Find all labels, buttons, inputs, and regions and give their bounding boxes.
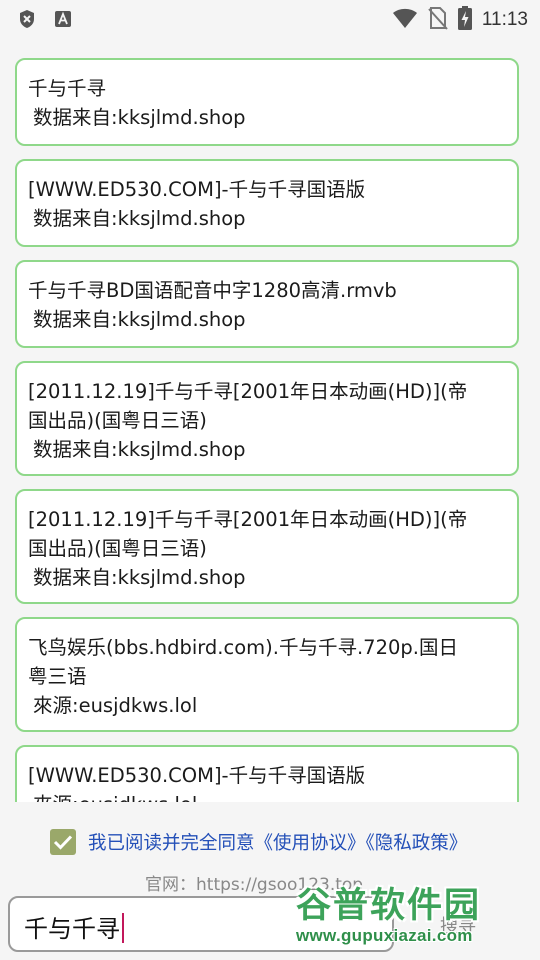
result-title: 千与千寻BD国语配音中字1280高清.rmvb (28, 279, 397, 302)
agreement-text: 我已阅读并完全同意《使用协议》《隐私政策》 (88, 829, 467, 855)
result-title-line1: 飞鸟娱乐(bbs.hdbird.com).千与千寻.720p.国日 (28, 636, 458, 659)
result-title-line1: [2011.12.19]千与千寻[2001年日本动画(HD)](帝 (28, 380, 468, 403)
wifi-icon (392, 7, 418, 33)
result-card[interactable]: 飞鸟娱乐(bbs.hdbird.com).千与千寻.720p.国日 粤三语 來源… (15, 617, 519, 732)
result-card[interactable]: [2011.12.19]千与千寻[2001年日本动画(HD)](帝 国出品)(国… (15, 489, 519, 604)
status-time: 11:13 (481, 9, 528, 30)
result-source: 数据来自:kksjlmd.shop (33, 566, 246, 589)
no-sim-icon (428, 6, 448, 34)
result-source: 数据来自:kksjlmd.shop (33, 106, 246, 129)
result-title: 千与千寻 (28, 77, 107, 100)
agreement-checkbox[interactable] (50, 829, 76, 855)
result-card[interactable]: [WWW.ED530.COM]-千与千寻国语版 数据来自:kksjlmd.sho… (15, 159, 519, 247)
result-card[interactable]: 千与千寻BD国语配音中字1280高清.rmvb 数据来自:kksjlmd.sho… (15, 260, 519, 348)
results-list[interactable]: 千与千寻 数据来自:kksjlmd.shop [WWW.ED530.COM]-千… (0, 46, 540, 802)
result-source: 数据来自:kksjlmd.shop (33, 438, 246, 461)
terms-link[interactable]: 《使用协议》 (255, 833, 366, 854)
watermark-text: 谷普软件园 (296, 886, 482, 926)
result-title-line2: 国出品)(国粤日三语) (28, 409, 207, 432)
privacy-link[interactable]: 《隐私政策》 (366, 833, 468, 854)
agreement-prefix: 我已阅读并完全同意 (88, 833, 255, 854)
result-card[interactable]: 千与千寻 数据来自:kksjlmd.shop (15, 58, 519, 146)
watermark-logo: 谷普软件园 www.gupuxiazai.com (296, 884, 538, 960)
shield-close-icon (18, 9, 36, 33)
result-title: [WWW.ED530.COM]-千与千寻国语版 (28, 178, 366, 201)
result-title-line2: 粤三语 (28, 665, 87, 688)
result-title-line1: [2011.12.19]千与千寻[2001年日本动画(HD)](帝 (28, 508, 468, 531)
font-a-icon (54, 10, 72, 32)
watermark-url: www.gupuxiazai.com (296, 926, 473, 945)
text-caret (122, 913, 124, 943)
battery-charging-icon (457, 6, 472, 34)
result-source: 数据来自:kksjlmd.shop (33, 207, 246, 230)
result-source: 來源:eusjdkws.lol (28, 790, 506, 802)
check-icon (53, 835, 73, 850)
result-card[interactable]: [2011.12.19]千与千寻[2001年日本动画(HD)](帝 国出品)(国… (15, 361, 519, 476)
result-title-line2: 国出品)(国粤日三语) (28, 537, 207, 560)
result-source: 來源:eusjdkws.lol (33, 694, 198, 717)
result-source: 数据来自:kksjlmd.shop (33, 308, 246, 331)
status-bar: 11:13 (0, 0, 540, 38)
result-card[interactable]: [WWW.ED530.COM]-千与千寻国语版 來源:eusjdkws.lol (15, 745, 519, 802)
agreement-row: 我已阅读并完全同意《使用协议》《隐私政策》 (50, 829, 467, 855)
search-input-value: 千与千寻 (24, 915, 120, 943)
result-title: [WWW.ED530.COM]-千与千寻国语版 (28, 764, 366, 787)
